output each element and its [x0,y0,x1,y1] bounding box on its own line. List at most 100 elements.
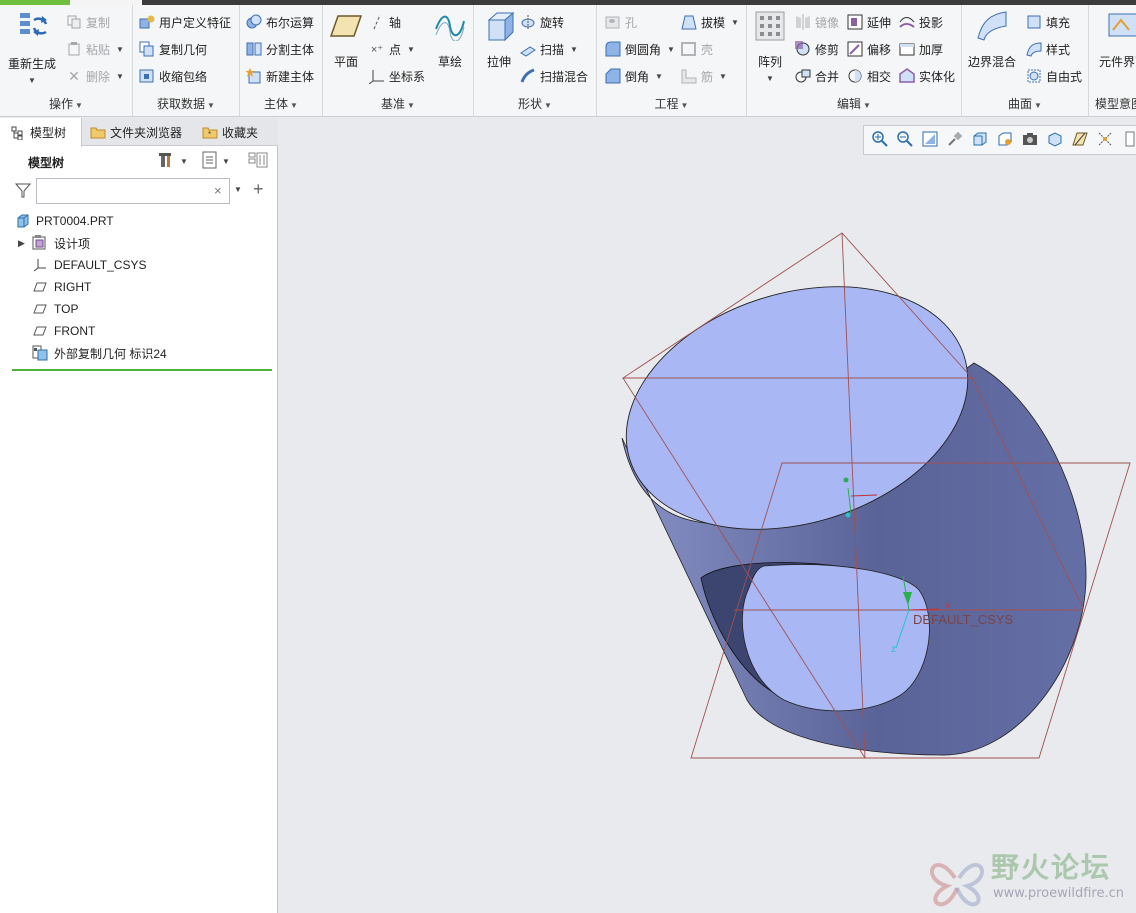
draft-button[interactable]: 拔模 ▼ [681,11,739,33]
point-icon: ×⁺ [370,43,384,56]
swept-blend-button[interactable]: 扫描混合 [520,65,588,87]
filter-icon[interactable] [14,182,32,201]
csys-button[interactable]: 坐标系 [369,65,425,87]
udf-button[interactable]: 用户定义特征 [139,11,231,33]
shell-button[interactable]: 壳 [681,38,713,60]
boolean-icon [246,14,262,30]
shrinkwrap-icon [139,68,155,84]
split-body-icon [246,41,262,57]
component-interface-icon [1106,9,1136,43]
merge-button[interactable]: 合并 [795,65,839,87]
tree-columns-button[interactable] [248,150,268,172]
fill-button[interactable]: 填充 [1026,11,1070,33]
tree-item-design-items[interactable]: ▶ 设计项 [18,232,90,254]
group-label-engineering: 工程 ▼ [654,97,689,111]
style-button[interactable]: 样式 [1026,38,1070,60]
group-label-shapes: 形状 ▼ [518,97,552,111]
tree-show-button[interactable]: ▼ [202,150,230,172]
tab-favorites[interactable]: * 收藏夹 [196,118,264,146]
offset-button[interactable]: 偏移 [847,38,891,60]
intersect-button[interactable]: 相交 [847,65,891,87]
refit-icon [922,131,938,150]
point-button[interactable]: ×⁺ 点 ▼ [369,38,415,60]
freestyle-icon [1026,68,1042,84]
copy-geometry-button[interactable]: 复制几何 [139,38,207,60]
more-view-button[interactable] [1117,127,1136,153]
mirror-button[interactable]: 镜像 [795,11,839,33]
view-manager-button[interactable] [1017,127,1042,153]
component-interface-button[interactable]: 元件界面 [1099,9,1136,70]
new-body-button[interactable]: 新建主体 [246,65,314,87]
delete-button[interactable]: ✕ 删除 ▼ [66,65,124,87]
csys-icon [369,68,385,84]
style-icon [1026,41,1042,57]
group-surfaces: 边界混合 填充 样式 自由式 曲面 ▼ [962,5,1089,117]
graphics-window[interactable]: × z DEFAULT_CSYS 野火论坛 www.proewildfire.c… [279,118,1136,913]
sweep-button[interactable]: 扫描 ▼ [520,38,578,60]
clear-search-icon[interactable]: × [214,183,222,198]
tree-item-front[interactable]: FRONT [32,320,95,342]
project-icon [899,14,915,30]
sketch-button[interactable]: 草绘 [433,9,467,70]
csys-icon [32,257,48,273]
tree-settings-button[interactable]: ▼ [158,150,188,172]
rib-button[interactable]: 筋 ▼ [681,65,727,87]
trim-button[interactable]: 修剪 [795,38,839,60]
perspective-button[interactable] [1042,127,1067,153]
pattern-button[interactable]: 阵列 ▼ [753,9,787,83]
boundary-blend-button[interactable]: 边界混合 [968,9,1016,70]
tree-item-external-copy-geometry[interactable]: 外部复制几何 标识24 [32,342,167,364]
watermark-logo-icon [929,863,985,907]
extrude-button[interactable]: 拉伸 [482,9,516,70]
tree-search-input[interactable] [36,178,230,204]
chamfer-button[interactable]: 倒角 ▼ [605,65,663,87]
project-button[interactable]: 投影 [899,11,943,33]
insert-here-indicator[interactable] [12,369,272,371]
repaint-icon [947,131,963,150]
revolve-icon [520,14,536,30]
group-label-surfaces: 曲面 ▼ [1008,97,1042,111]
tree-item-top[interactable]: TOP [32,298,78,320]
tab-model-tree[interactable]: 模型树 [4,118,82,147]
datum-display-button[interactable] [1067,127,1092,153]
refit-button[interactable] [918,127,943,153]
round-button[interactable]: 倒圆角 ▼ [605,38,675,60]
zoom-in-button[interactable] [868,127,893,153]
boolean-button[interactable]: 布尔运算 [246,11,314,33]
model-viewport[interactable]: × z DEFAULT_CSYS [279,118,1136,913]
axis-button[interactable]: 轴 [369,11,401,33]
rib-icon [681,68,697,84]
zoom-out-button[interactable] [893,127,918,153]
regenerate-button[interactable]: 重新生成 ▼ [8,9,56,85]
display-style-button[interactable] [968,127,993,153]
extend-button[interactable]: 延伸 [847,11,891,33]
svg-text:×: × [945,601,951,612]
svg-text:*: * [208,130,211,139]
tree-item-default-csys[interactable]: DEFAULT_CSYS [32,254,146,276]
plane-button[interactable]: 平面 [329,9,363,70]
pause-icon [1125,131,1135,150]
hole-button[interactable]: 孔 [605,11,637,33]
freestyle-button[interactable]: 自由式 [1026,65,1082,87]
paste-button[interactable]: 粘贴 ▼ [66,38,124,60]
add-filter-icon[interactable]: + [253,179,264,200]
repaint-button[interactable] [943,127,968,153]
expand-arrow-icon[interactable]: ▶ [18,238,32,249]
annotation-display-button[interactable] [1092,127,1117,153]
search-dropdown-icon[interactable]: ▼ [234,185,242,194]
group-label-model-intent: 模型意图 [1095,97,1136,111]
shell-icon [681,41,697,57]
draft-icon [681,14,697,30]
tab-folder-browser[interactable]: 文件夹浏览器 [84,118,188,146]
revolve-button[interactable]: 旋转 [520,11,564,33]
watermark: 野火论坛 www.proewildfire.cn [921,840,1136,913]
shrinkwrap-button[interactable]: 收缩包络 [139,65,207,87]
copy-button[interactable]: 复制 [66,11,110,33]
thicken-button[interactable]: 加厚 [899,38,943,60]
tree-item-root[interactable]: PRT0004.PRT [14,210,114,232]
solidify-button[interactable]: 实体化 [899,65,955,87]
watermark-url: www.proewildfire.cn [993,886,1124,901]
saved-orientations-button[interactable] [993,127,1018,153]
split-body-button[interactable]: 分割主体 [246,38,314,60]
tree-item-right[interactable]: RIGHT [32,276,91,298]
